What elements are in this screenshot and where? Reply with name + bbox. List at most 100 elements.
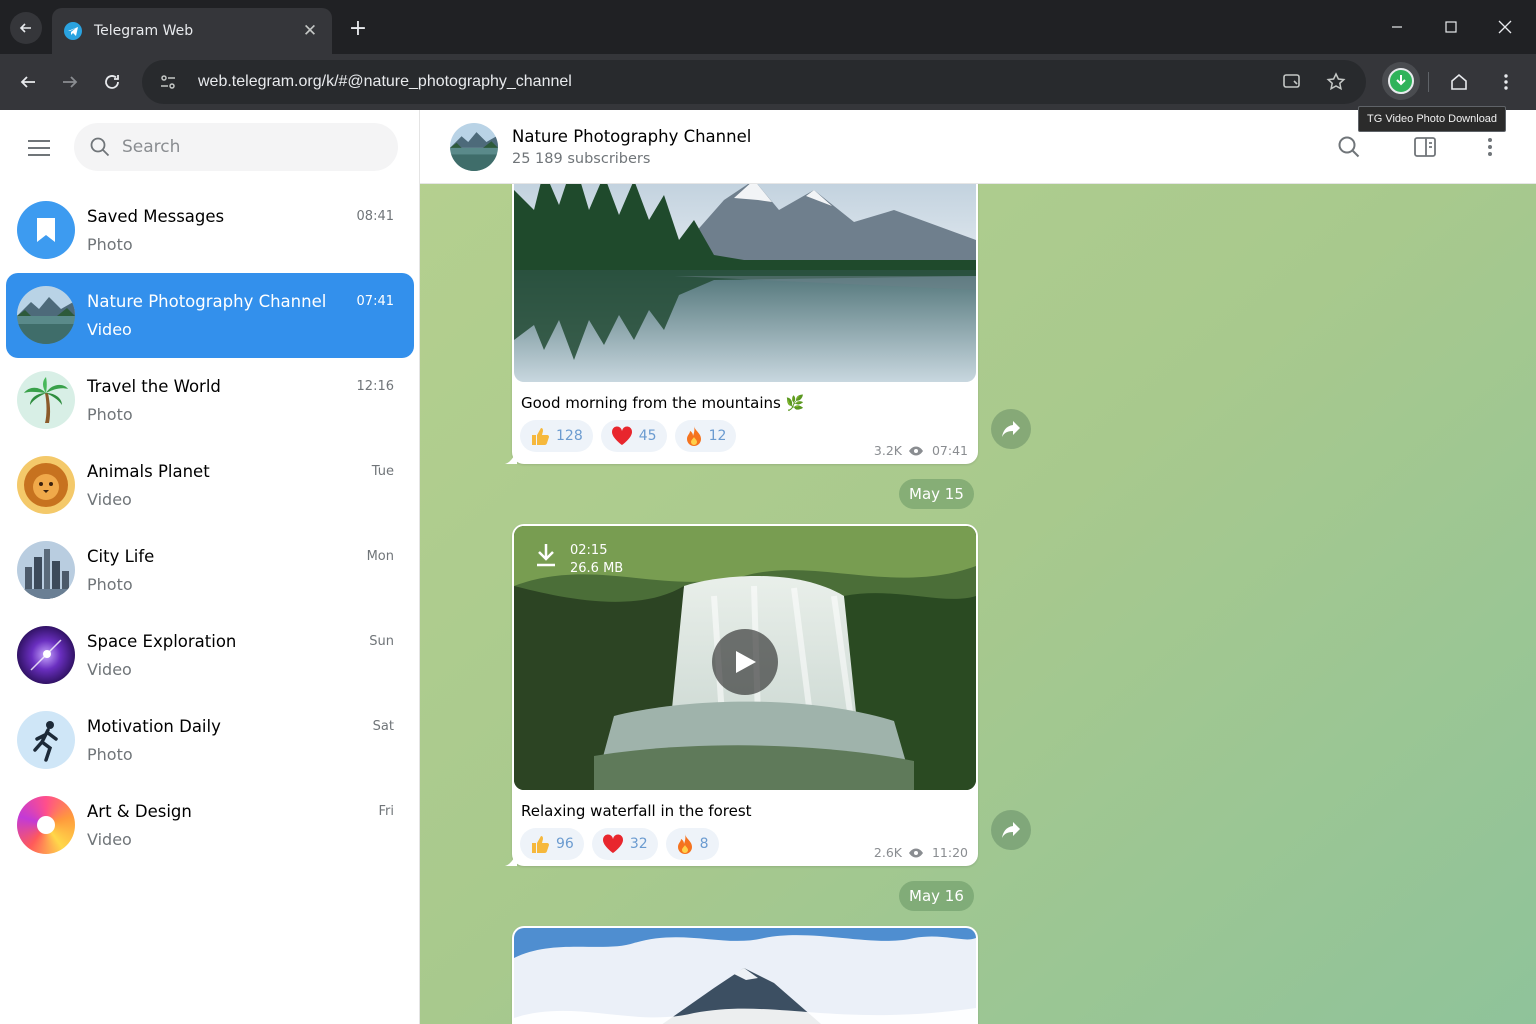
runner-avatar [17, 711, 75, 769]
message-photo-mountains[interactable]: Good morning from the mountains 🌿 128 45… [505, 150, 978, 464]
reaction-thumbs-up[interactable]: 96 [520, 828, 584, 860]
bookmark-star-icon[interactable] [1320, 66, 1352, 98]
reaction-count: 45 [638, 428, 657, 444]
reload-icon[interactable] [94, 64, 130, 100]
subscriber-count: 25 189 subscribers [512, 151, 651, 167]
tg-downloader-extension-button[interactable] [1382, 62, 1420, 100]
eye-icon [908, 848, 923, 857]
video-download-info[interactable]: 02:15 26.6 MB [534, 542, 623, 578]
search-icon[interactable] [1332, 130, 1366, 164]
download-arrow-icon [1388, 68, 1414, 94]
close-window-icon[interactable] [1482, 10, 1528, 44]
chat-name: City Life [87, 547, 155, 566]
play-icon[interactable] [712, 629, 778, 695]
toolbar-divider [1428, 72, 1429, 92]
thumbs-up-icon [530, 426, 550, 446]
hamburger-menu-icon[interactable] [20, 130, 58, 166]
address-bar[interactable]: web.telegram.org/k/#@nature_photography_… [142, 60, 1366, 104]
sidebar-toggle-icon[interactable] [1408, 130, 1442, 164]
cast-icon[interactable] [1276, 66, 1308, 98]
view-count: 2.6K [873, 845, 902, 860]
chat-item-nature-photography-channel[interactable]: Nature Photography Channel Video 07:41 [6, 273, 414, 358]
mountain-lake-photo[interactable] [514, 150, 976, 382]
forward-icon[interactable] [52, 64, 88, 100]
extension-tooltip: TG Video Photo Download [1358, 106, 1507, 132]
reaction-fire[interactable]: 8 [665, 828, 719, 860]
chat-item-travel-the-world[interactable]: Travel the World Photo 12:16 [6, 358, 414, 443]
more-options-icon[interactable] [1473, 130, 1507, 164]
url-text[interactable]: web.telegram.org/k/#@nature_photography_… [198, 73, 1264, 91]
search-icon [90, 137, 110, 157]
channel-avatar[interactable] [450, 123, 498, 171]
chat-name: Animals Planet [87, 462, 210, 481]
message-meta: 3.2K 07:41 [874, 443, 968, 458]
bubble-tail [505, 450, 517, 464]
search-box[interactable] [74, 123, 398, 171]
share-icon[interactable] [991, 810, 1031, 850]
chat-item-animals-planet[interactable]: Animals Planet Video Tue [6, 443, 414, 528]
chat-time: Tue [371, 464, 394, 479]
heart-icon [611, 426, 633, 446]
chat-item-space-exploration[interactable]: Space Exploration Video Sun [6, 613, 414, 698]
waterfall-video[interactable]: 02:15 26.6 MB [514, 526, 976, 790]
date-separator: May 16 [899, 881, 974, 911]
date-separator: May 15 [899, 479, 974, 509]
fire-icon [685, 425, 703, 447]
chat-list: Saved Messages Photo 08:41 Nature Photog… [6, 188, 414, 868]
new-tab-icon[interactable]: + [344, 14, 372, 42]
chat-item-art-design[interactable]: Art & Design Video Fri [6, 783, 414, 868]
chat-preview: Video [87, 830, 132, 849]
chat-sidebar: Saved Messages Photo 08:41 Nature Photog… [0, 110, 420, 1024]
chat-name: Saved Messages [87, 207, 225, 226]
chat-preview: Photo [87, 405, 133, 424]
bubble-tail [505, 852, 517, 866]
reaction-heart[interactable]: 32 [591, 828, 658, 860]
galaxy-avatar [17, 626, 75, 684]
thumbs-up-icon [530, 834, 550, 854]
reaction-fire[interactable]: 12 [674, 420, 737, 452]
video-size: 26.6 MB [570, 561, 624, 576]
browser-menu-icon[interactable] [1488, 64, 1524, 100]
minimize-icon[interactable] [1374, 10, 1420, 44]
reaction-count: 96 [556, 836, 574, 852]
extensions-puzzle-icon[interactable] [1441, 64, 1477, 100]
share-icon[interactable] [991, 409, 1031, 449]
download-icon[interactable] [534, 542, 558, 568]
chat-time: Sun [369, 634, 394, 649]
reaction-heart[interactable]: 45 [600, 420, 667, 452]
city-skyline-avatar [17, 541, 75, 599]
message-caption: Good morning from the mountains 🌿 [521, 394, 805, 412]
tab-close-icon[interactable]: ✕ [300, 21, 320, 41]
mountain-lake-avatar [17, 286, 75, 344]
chat-time: Fri [378, 804, 395, 819]
reaction-thumbs-up[interactable]: 128 [520, 420, 593, 452]
chat-preview: Video [87, 320, 132, 339]
message-photo-mountain-clouds[interactable] [512, 926, 978, 1024]
chat-time: 07:41 [356, 294, 394, 309]
tab-search-back-icon[interactable] [10, 12, 42, 44]
chat-time: Mon [366, 549, 394, 564]
message-video-waterfall[interactable]: 02:15 26.6 MB Relaxing waterfall in the … [505, 524, 978, 866]
chat-name: Motivation Daily [87, 717, 221, 736]
chat-preview: Photo [87, 235, 133, 254]
browser-tab[interactable]: Telegram Web ✕ [52, 8, 332, 54]
search-input[interactable] [122, 137, 382, 157]
chat-name: Space Exploration [87, 632, 237, 651]
message-meta: 2.6K 11:20 [874, 845, 968, 860]
palm-tree-avatar [17, 371, 75, 429]
bookmark-icon [17, 201, 75, 259]
chat-preview: Photo [87, 575, 133, 594]
reaction-count: 128 [556, 428, 583, 444]
back-icon[interactable] [10, 64, 46, 100]
chat-item-motivation-daily[interactable]: Motivation Daily Photo Sat [6, 698, 414, 783]
chat-item-city-life[interactable]: City Life Photo Mon [6, 528, 414, 613]
fire-icon [676, 833, 694, 855]
tab-title: Telegram Web [94, 23, 194, 39]
chat-time: 12:16 [356, 379, 394, 394]
maximize-icon[interactable] [1428, 10, 1474, 44]
chat-item-saved-messages[interactable]: Saved Messages Photo 08:41 [6, 188, 414, 273]
message-time: 07:41 [931, 443, 968, 458]
mountain-clouds-photo[interactable] [514, 928, 976, 1024]
site-info-icon[interactable] [156, 70, 180, 94]
chat-time: Sat [372, 719, 394, 734]
